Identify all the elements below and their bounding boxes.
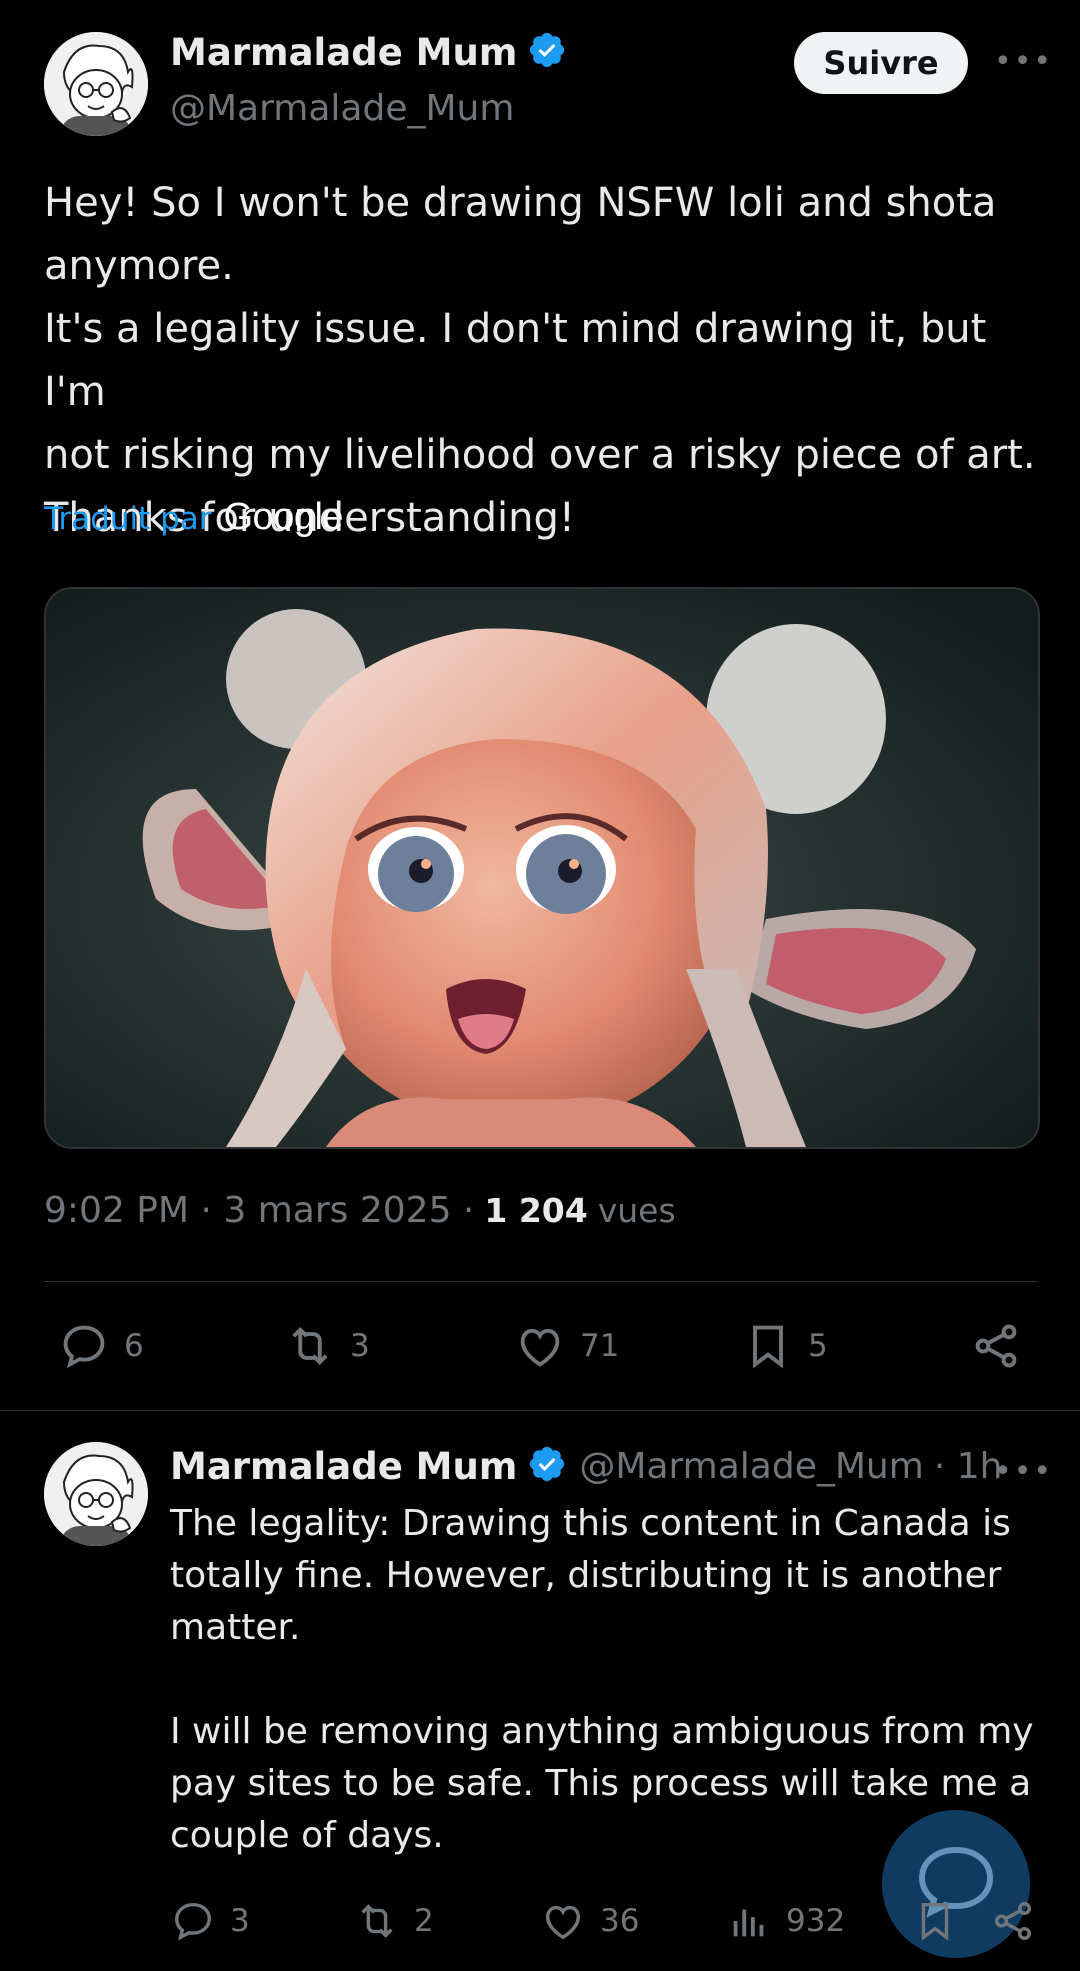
repost-button[interactable]: 3 [284,1320,370,1372]
reply-author-avatar[interactable] [44,1442,148,1546]
verified-badge-icon [527,1444,567,1488]
reply-reply-count: 3 [230,1903,250,1939]
like-icon [520,1328,560,1367]
meta-divider [44,1281,1038,1282]
reply-count: 6 [124,1328,144,1364]
reply-like-count: 36 [600,1903,640,1939]
reply-icon [63,1325,105,1369]
author-handle[interactable]: @Marmalade_Mum [170,88,514,129]
section-divider [0,1410,1080,1411]
reply-text: The legality: Drawing this content in Ca… [170,1503,1034,1856]
reply-views-count: 932 [786,1903,846,1939]
like-icon [545,1905,581,1940]
reply-more-options-icon[interactable]: ••• [994,1454,1053,1489]
more-options-icon[interactable]: ••• [994,44,1053,79]
bookmark-count: 5 [808,1328,828,1364]
share-icon [994,1902,1032,1940]
google-logo: Google [223,496,344,538]
translated-by-label[interactable]: Traduit par [44,501,212,537]
repost-count: 3 [350,1328,370,1364]
avatar-illustration [44,1442,148,1546]
avatar-illustration [44,32,148,136]
reply-icon [174,1902,212,1941]
reply-share-button[interactable] [990,1898,1036,1948]
reply-repost-count: 2 [414,1903,434,1939]
tweet-media-image[interactable] [44,587,1040,1149]
translation-attribution: Traduit par Google [44,496,344,539]
reply-views-button[interactable]: 932 [726,1898,845,1944]
reply-header: Marmalade Mum @Marmalade_Mum · 1h [170,1444,1002,1488]
views-count: 1 204 [484,1191,588,1230]
like-count: 71 [580,1328,620,1364]
like-button[interactable]: 71 [514,1320,619,1372]
reply-author-name[interactable]: Marmalade Mum [170,1445,517,1488]
reply-timestamp[interactable]: · 1h [934,1446,1003,1487]
repost-icon [292,1326,328,1366]
reply-reply-button[interactable]: 3 [170,1898,250,1944]
reply-repost-button[interactable]: 2 [354,1898,434,1944]
tweet-text: Hey! So I won't be drawing NSFW loli and… [44,180,1036,541]
bookmark-icon [753,1325,783,1369]
reply-bookmark-button[interactable] [912,1898,958,1948]
author-name[interactable]: Marmalade Mum [170,31,517,74]
views-label: vues [597,1191,676,1230]
bookmark-icon [921,1902,949,1941]
share-button[interactable] [970,1320,1036,1372]
reply-button[interactable]: 6 [58,1320,144,1372]
anime-girl-illustration [46,589,1038,1147]
reply-author-handle[interactable]: @Marmalade_Mum [579,1446,923,1487]
tweet-meta: 9:02 PM · 3 mars 2025 · 1 204 vues [44,1190,676,1231]
follow-button[interactable]: Suivre [794,32,968,94]
author-avatar[interactable] [44,32,148,136]
share-icon [975,1324,1017,1368]
views-icon [733,1909,764,1937]
tweet-timestamp[interactable]: 9:02 PM · 3 mars 2025 · [44,1190,474,1231]
reply-like-button[interactable]: 36 [540,1898,639,1944]
bookmark-button[interactable]: 5 [742,1320,828,1372]
repost-icon [361,1904,393,1938]
verified-badge-icon [527,30,567,74]
